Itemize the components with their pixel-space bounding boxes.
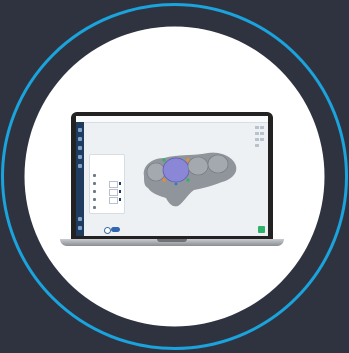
panel-row[interactable] xyxy=(93,189,121,196)
upload-icon[interactable] xyxy=(78,137,82,141)
help-icon[interactable] xyxy=(78,226,82,230)
selected-tooth[interactable] xyxy=(162,157,190,183)
dental-scan-3d-view[interactable] xyxy=(138,136,238,216)
panel-row[interactable] xyxy=(93,205,121,211)
panel-tabs xyxy=(93,164,121,170)
measure-icon[interactable] xyxy=(260,132,264,135)
layers-icon[interactable] xyxy=(78,155,82,159)
cut-icon[interactable] xyxy=(78,146,82,150)
color-icon[interactable] xyxy=(255,138,259,141)
panel-row[interactable] xyxy=(93,181,121,188)
app-top-bar xyxy=(76,116,268,123)
bottom-controls xyxy=(104,227,128,234)
confirm-icon[interactable] xyxy=(111,227,120,232)
value-field[interactable] xyxy=(109,189,118,196)
tooth-icon[interactable] xyxy=(78,164,82,168)
tooth-icon xyxy=(93,198,96,201)
view-icon[interactable] xyxy=(255,126,259,129)
grid-icon[interactable] xyxy=(260,138,264,141)
laptop xyxy=(60,112,284,248)
undo-icon[interactable] xyxy=(104,227,111,234)
view-toolstrip xyxy=(255,126,266,166)
margin-marker[interactable] xyxy=(174,182,178,186)
menu-icon[interactable] xyxy=(78,128,82,132)
panel-row[interactable] xyxy=(93,197,121,204)
stepper-toggle[interactable] xyxy=(119,190,121,193)
rotate-icon[interactable] xyxy=(260,126,264,129)
reset-icon[interactable] xyxy=(255,144,259,147)
margin-marker[interactable] xyxy=(186,178,190,182)
tooth-icon xyxy=(93,190,96,193)
settings-icon[interactable] xyxy=(78,217,82,221)
settings-panel xyxy=(89,154,125,214)
tooth-3 xyxy=(187,156,209,176)
app-screen xyxy=(76,116,268,236)
value-field[interactable] xyxy=(109,181,118,188)
zoom-icon[interactable] xyxy=(255,132,259,135)
tooth-1 xyxy=(146,162,166,182)
tooth-icon xyxy=(93,182,96,185)
laptop-notch xyxy=(157,239,187,242)
tooth-icon xyxy=(93,174,96,177)
margin-marker[interactable] xyxy=(162,178,166,182)
tooth-icon xyxy=(93,206,96,209)
panel-row[interactable] xyxy=(93,173,121,179)
tooth-4 xyxy=(207,154,229,174)
left-nav-rail xyxy=(76,122,84,236)
next-arrow-icon[interactable] xyxy=(258,226,265,233)
value-field[interactable] xyxy=(109,197,118,204)
stepper-toggle[interactable] xyxy=(119,198,121,201)
margin-marker[interactable] xyxy=(186,158,190,162)
margin-marker[interactable] xyxy=(162,158,166,162)
stepper-toggle[interactable] xyxy=(119,182,121,185)
